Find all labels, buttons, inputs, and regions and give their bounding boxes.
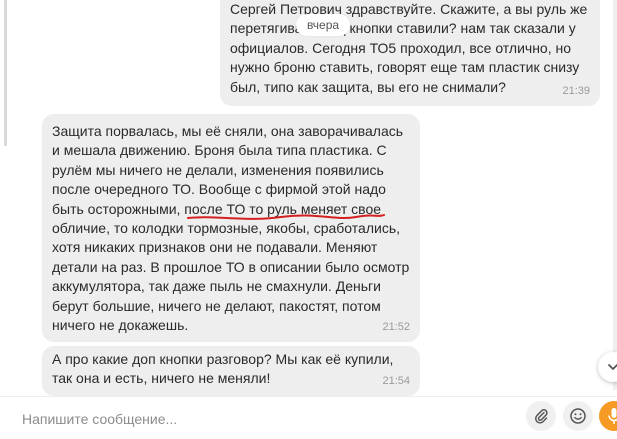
message-line: ничего не докажешь.: [52, 317, 189, 334]
date-separator: вчера: [296, 14, 350, 36]
message-line: берут большие, ничего не делают, пакостя…: [52, 297, 381, 314]
emoji-button[interactable]: [563, 401, 593, 431]
message-line: и мешала движению. Броня была типа пласт…: [52, 142, 387, 159]
message-incoming[interactable]: Защита порвалась, мы её сняли, она завор…: [42, 114, 420, 342]
paperclip-icon: [535, 409, 548, 424]
message-line: рулём мы ничего не делали, изменения поя…: [52, 161, 384, 178]
message-input[interactable]: [20, 405, 514, 433]
message-line: быть осторожными, после ТО то руль меняе…: [52, 200, 382, 217]
microphone-icon: [608, 408, 617, 424]
message-time: 21:54: [382, 374, 410, 387]
message-line: после очередного ТО. Вообще с фирмой это…: [52, 181, 386, 198]
attach-button[interactable]: [526, 401, 556, 431]
smiley-icon: [570, 408, 586, 424]
message-time: 21:52: [382, 320, 410, 333]
message-outgoing[interactable]: Сергей Петрович здравствуйте. Скажите, а…: [220, 0, 600, 106]
scroll-down-button[interactable]: [598, 352, 617, 382]
message-line: Защита порвалась, мы её сняли, она завор…: [52, 123, 404, 139]
message-line: официалов. Сегодня ТО5 проходил, все отл…: [230, 39, 572, 56]
message-line: так она и есть, ничего не меняли!: [52, 370, 271, 387]
left-scrollbar[interactable]: [4, 0, 7, 146]
message-line: нужно броню ставить, говорят еще там пла…: [230, 59, 580, 76]
message-composer: [0, 396, 617, 439]
message-line: Сергей Петрович здравствуйте. Скажите, а…: [230, 1, 588, 17]
left-panel-edge: [0, 0, 7, 438]
message-line: обличие, то колодки тормозные, якобы, ср…: [52, 220, 400, 237]
message-time: 21:39: [562, 84, 590, 97]
chevron-down-icon: [608, 364, 617, 370]
message-line: аккумулятора, так даже пыль не смахнули.…: [52, 278, 381, 295]
message-line: А про какие доп кнопки разговор? Мы как …: [52, 351, 394, 367]
message-line: детали на раз. В прошлое ТО в описании б…: [52, 258, 410, 275]
message-incoming[interactable]: А про какие доп кнопки разговор? Мы как …: [42, 346, 420, 396]
message-line: перетягивали под кнопки ставили? нам так…: [230, 20, 576, 37]
chat-scrollbar[interactable]: [613, 0, 617, 390]
message-line: хотя никаких признаков они не подавали. …: [52, 239, 378, 256]
message-line: был, типо как защита, вы его не снимали?: [230, 78, 506, 95]
